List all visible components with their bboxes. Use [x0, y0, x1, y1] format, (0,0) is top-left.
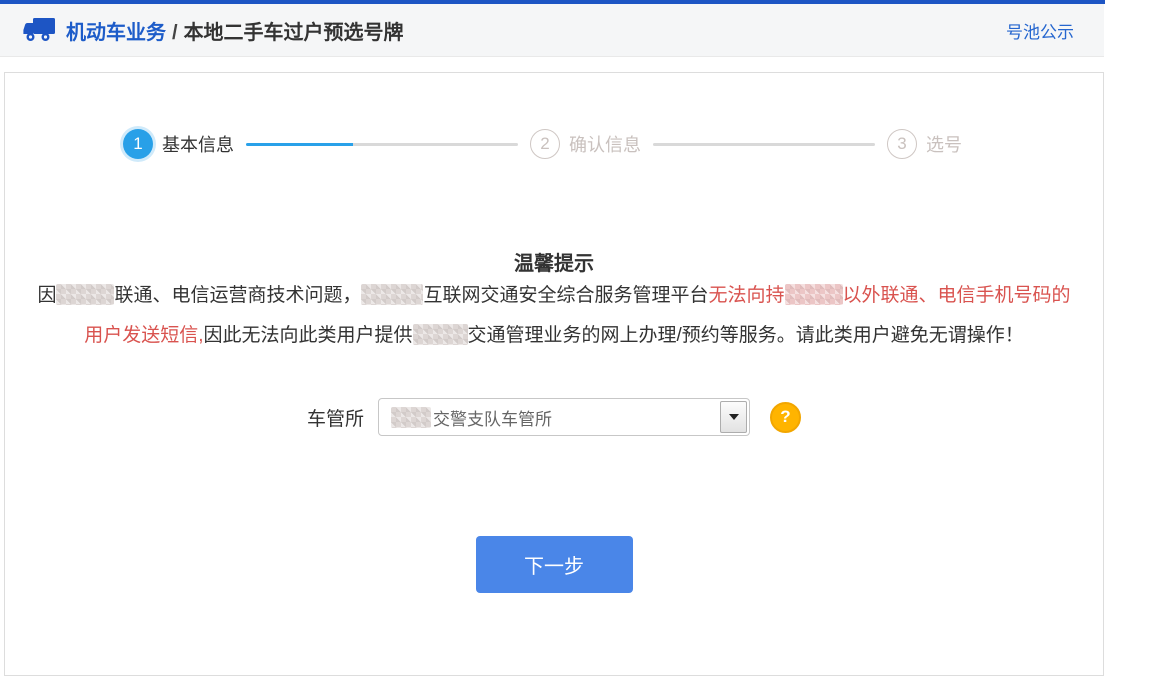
- step-basic-info: 1 基本信息: [123, 129, 234, 159]
- notice-text: 交通管理业务的网上办理/预约等服务。请此类用户避免无谓操作！: [468, 325, 1024, 346]
- step-2-circle: 2: [530, 129, 560, 159]
- breadcrumb: 机动车业务 / 本地二手车过户预选号牌: [66, 16, 404, 45]
- step-select-number: 3 选号: [887, 129, 962, 159]
- notice-text: 因: [37, 285, 56, 306]
- step-progress-line-1: [246, 143, 518, 146]
- step-confirm-info: 2 确认信息: [530, 129, 641, 159]
- office-label: 车管所: [307, 404, 364, 431]
- notice-text: 互联网交通安全综合服务管理平台: [423, 285, 708, 306]
- redacted-text: [413, 324, 468, 345]
- next-step-button[interactable]: 下一步: [476, 536, 633, 593]
- notice-warning-text: 无法向持: [709, 285, 785, 306]
- notice-text: 联通、电信运营商技术问题，: [114, 285, 361, 306]
- notice-block: 温馨提示 因 联通、电信运营商技术问题， 互联网交通安全综合服务管理平台无法向持 以外…: [5, 247, 1103, 356]
- notice-line-1: 因 联通、电信运营商技术问题， 互联网交通安全综合服务管理平台无法向持 以外联通、电信…: [5, 276, 1103, 316]
- step-2-label: 确认信息: [569, 131, 641, 157]
- redacted-text: [361, 284, 423, 305]
- notice-text: 因此无法向此类用户提供: [203, 325, 412, 346]
- redacted-text: [785, 284, 843, 305]
- help-icon[interactable]: ?: [770, 402, 801, 433]
- redacted-text: [391, 407, 431, 428]
- truck-icon: [22, 17, 56, 43]
- step-indicator: 1 基本信息 2 确认信息 3 选号: [5, 129, 1103, 159]
- main-panel: 1 基本信息 2 确认信息 3 选号 温馨提示 因 联通、电信运营商技术问题， 互联…: [4, 72, 1104, 676]
- number-pool-link[interactable]: 号池公示: [1006, 18, 1074, 43]
- step-1-circle: 1: [123, 129, 153, 159]
- notice-title: 温馨提示: [5, 247, 1103, 276]
- notice-line-2: 用户发送短信,因此无法向此类用户提供 交通管理业务的网上办理/预约等服务。请此类用…: [5, 316, 1103, 356]
- redacted-text: [56, 284, 114, 305]
- notice-warning-text: 用户发送短信,: [84, 325, 203, 346]
- vehicle-office-select[interactable]: 交警支队车管所: [378, 398, 750, 436]
- breadcrumb-section: 机动车业务: [66, 22, 166, 44]
- step-1-label: 基本信息: [162, 131, 234, 157]
- breadcrumb-separator: /: [172, 22, 178, 44]
- step-3-label: 选号: [926, 131, 962, 157]
- vehicle-office-selected-value: 交警支队车管所: [379, 405, 552, 430]
- button-row: 下一步: [5, 536, 1103, 593]
- select-dropdown-arrow[interactable]: [720, 401, 747, 433]
- notice-warning-text: 以外联通、电信手机号码的: [843, 285, 1071, 306]
- office-form-row: 车管所 交警支队车管所 ?: [5, 398, 1103, 436]
- step-3-circle: 3: [887, 129, 917, 159]
- chevron-down-icon: [729, 414, 739, 420]
- breadcrumb-page-title: 本地二手车过户预选号牌: [184, 22, 404, 44]
- step-progress-line-2: [653, 143, 875, 146]
- page-header: 机动车业务 / 本地二手车过户预选号牌 号池公示: [0, 4, 1104, 57]
- office-value-text: 交警支队车管所: [433, 405, 552, 430]
